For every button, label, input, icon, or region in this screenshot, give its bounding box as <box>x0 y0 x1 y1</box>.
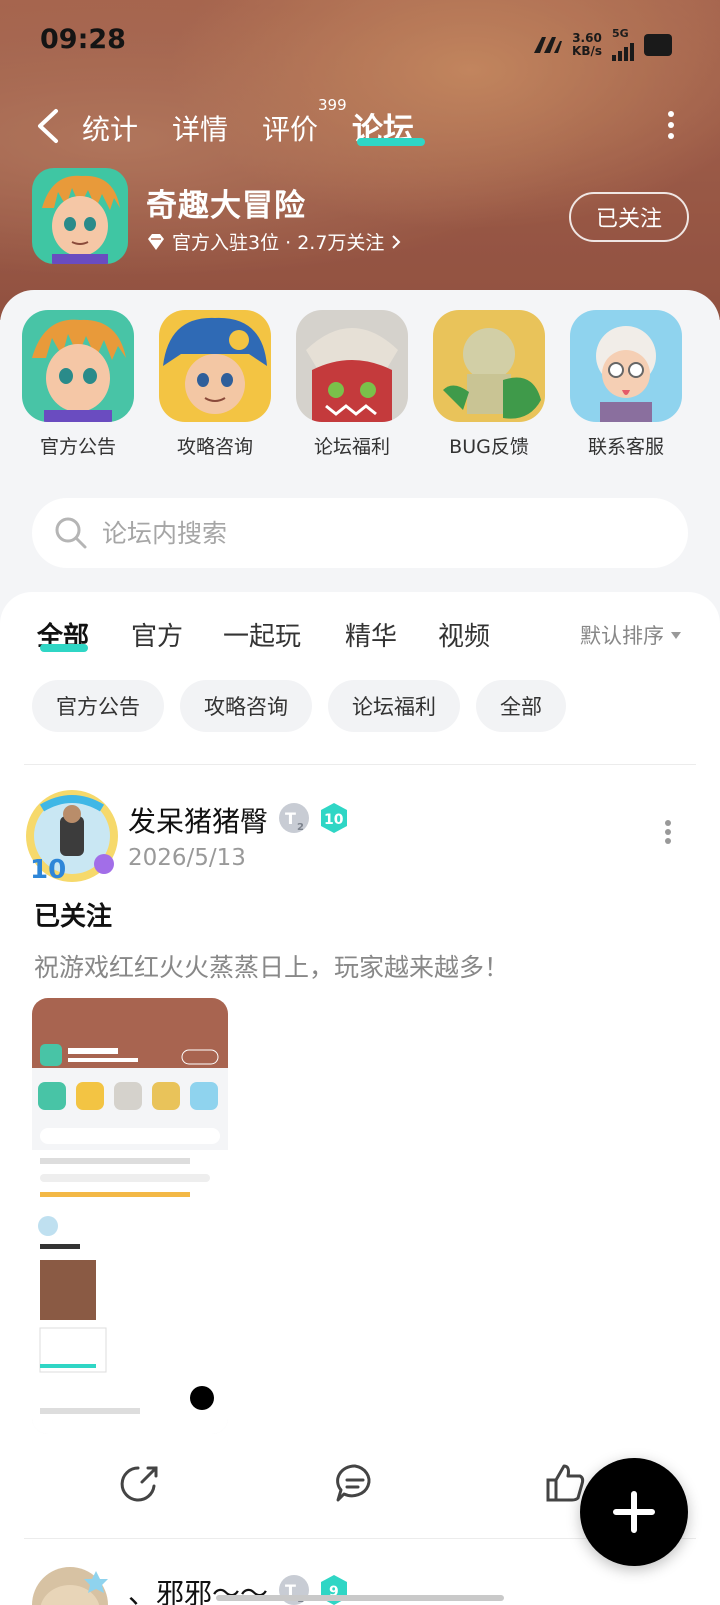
battery-icon <box>644 33 672 56</box>
channel-icon-welfare <box>296 310 408 422</box>
svg-text:2: 2 <box>297 822 304 833</box>
chip-all[interactable]: 全部 <box>476 680 566 732</box>
comment-icon[interactable] <box>334 1462 376 1504</box>
svg-text:10: 10 <box>30 855 66 884</box>
chip-strategy[interactable]: 攻略咨询 <box>180 680 312 732</box>
follow-button[interactable]: 已关注 <box>569 192 689 242</box>
chip-row: 官方公告 攻略咨询 论坛福利 全部 <box>32 680 566 732</box>
sort-dropdown[interactable]: 默认排序 <box>580 620 682 650</box>
filter-tab-indicator <box>40 644 88 652</box>
tab-reviews[interactable]: 评价 <box>262 108 318 148</box>
more-options-icon[interactable] <box>666 110 676 140</box>
filter-tab-featured[interactable]: 精华 <box>345 616 397 653</box>
post-image <box>32 998 228 1434</box>
plus-icon <box>613 1491 655 1533</box>
post-image-screenshot[interactable] <box>32 998 228 1434</box>
diamond-icon <box>148 233 164 250</box>
review-count-badge: 399 <box>318 96 347 114</box>
signal-icon <box>612 39 634 61</box>
game-icon[interactable] <box>32 168 128 264</box>
channel-row: 官方公告 攻略咨询 论坛福利 BUG反馈 联系客服 <box>0 310 720 470</box>
share-icon[interactable] <box>118 1462 160 1504</box>
caret-down-icon <box>671 632 681 639</box>
search-input[interactable] <box>102 518 622 548</box>
post-title[interactable]: 已关注 <box>34 896 112 933</box>
signal-group: 5G <box>612 28 634 61</box>
search-bar[interactable] <box>32 498 688 568</box>
like-icon[interactable] <box>544 1462 586 1504</box>
channel-icon-bug <box>433 310 545 422</box>
net-speed: 3.60 KB/s <box>572 30 602 58</box>
channel-icon-service <box>570 310 682 422</box>
avatar[interactable]: 10 <box>24 788 120 884</box>
divider <box>24 764 696 765</box>
chevron-right-icon <box>392 234 401 249</box>
channel-strategy[interactable]: 攻略咨询 <box>159 310 271 459</box>
post-body[interactable]: 祝游戏红红火火蒸蒸日上，玩家越来越多！ <box>34 948 509 984</box>
game-title: 奇趣大冒险 <box>146 188 306 224</box>
post-username[interactable]: 发呆猪猪臀 <box>128 800 268 840</box>
game-meta[interactable]: 官方入驻3位 · 2.7万关注 <box>146 228 402 255</box>
channel-official-announcement[interactable]: 官方公告 <box>22 310 134 459</box>
channel-label: 官方公告 <box>39 436 116 458</box>
network-type: 5G <box>612 27 629 40</box>
filter-tab-official[interactable]: 官方 <box>131 616 183 653</box>
status-bar: 09:28 3.60 KB/s 5G <box>0 0 720 80</box>
nfc-icon <box>534 36 563 53</box>
post-more-icon[interactable] <box>664 820 672 844</box>
channel-customer-service[interactable]: 联系客服 <box>570 310 682 459</box>
channel-label: 攻略咨询 <box>176 436 253 458</box>
tab-forum-indicator <box>357 138 425 146</box>
create-post-button[interactable] <box>575 1453 693 1571</box>
tap-level-badge-icon: T 2 <box>279 803 309 833</box>
channel-icon-strategy <box>159 310 271 422</box>
tab-details[interactable]: 详情 <box>172 108 228 148</box>
channel-welfare[interactable]: 论坛福利 <box>296 310 408 459</box>
level-badge-icon: 10 <box>321 803 347 833</box>
svg-text:T: T <box>285 809 296 828</box>
status-time: 09:28 <box>40 24 126 55</box>
sort-label: 默认排序 <box>580 624 664 648</box>
channel-bug-report[interactable]: BUG反馈 <box>433 310 545 459</box>
home-indicator[interactable] <box>216 1595 504 1601</box>
tab-stats[interactable]: 统计 <box>82 108 138 148</box>
channel-label: 论坛福利 <box>313 436 390 458</box>
channel-icon-announcement <box>22 310 134 422</box>
search-icon <box>55 517 87 549</box>
game-meta-text: 官方入驻3位 · 2.7万关注 <box>172 232 385 254</box>
back-icon[interactable] <box>34 108 64 144</box>
status-indicators: 3.60 KB/s 5G <box>532 28 672 61</box>
avatar[interactable] <box>30 1565 116 1605</box>
chip-welfare[interactable]: 论坛福利 <box>328 680 460 732</box>
chip-official-announcement[interactable]: 官方公告 <box>32 680 164 732</box>
channel-label: BUG反馈 <box>449 436 529 458</box>
filter-tab-video[interactable]: 视频 <box>438 616 490 653</box>
post-date: 2026/5/13 <box>128 845 246 871</box>
svg-text:10: 10 <box>324 812 344 828</box>
channel-label: 联系客服 <box>587 436 664 458</box>
filter-tab-play-together[interactable]: 一起玩 <box>223 616 301 653</box>
